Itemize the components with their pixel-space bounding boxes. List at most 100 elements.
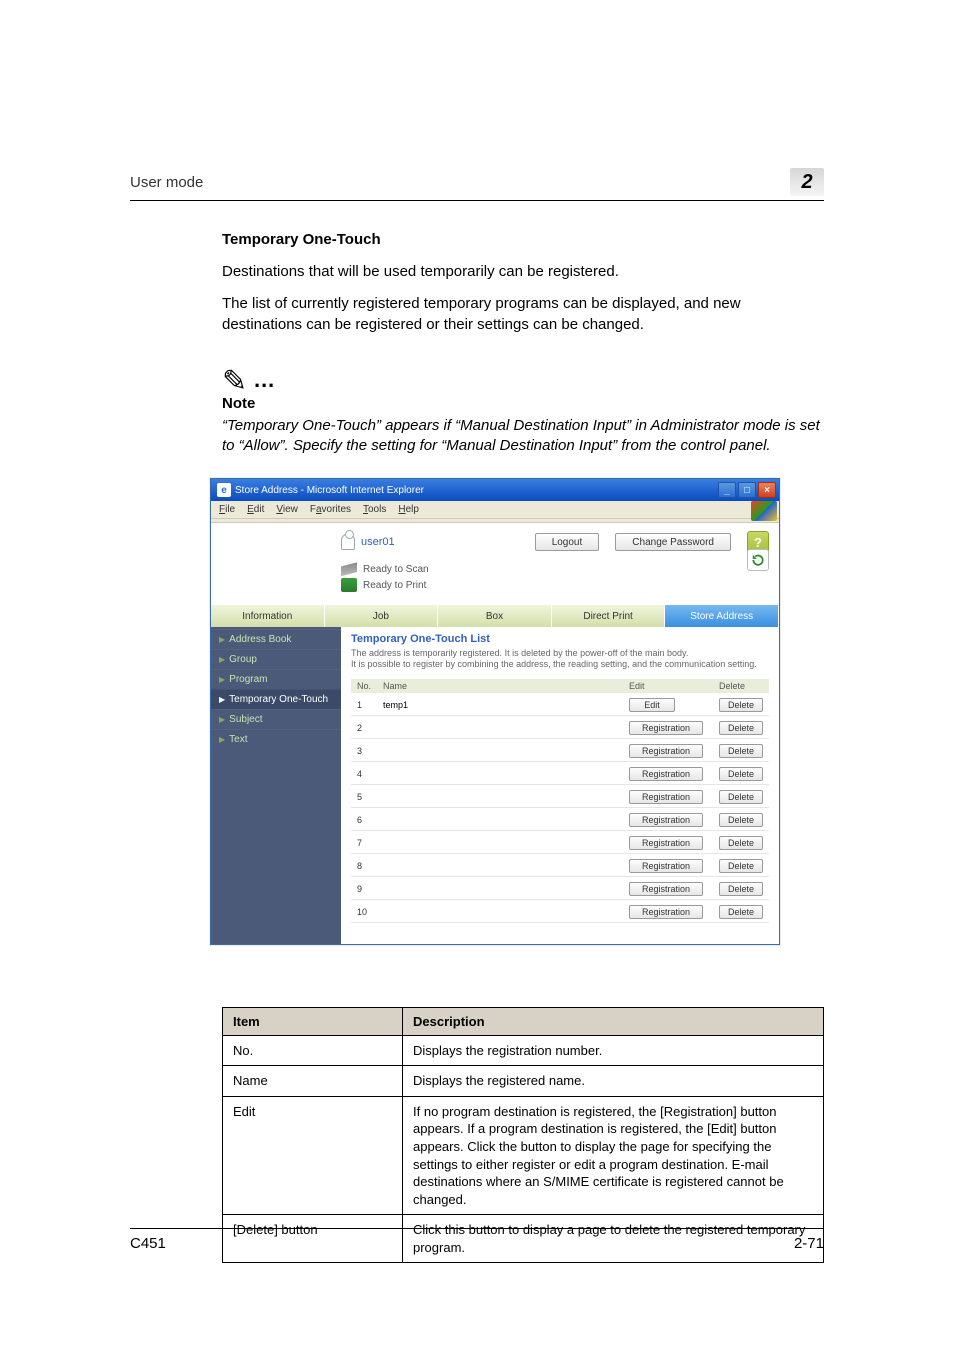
- note-icon: ✎: [222, 367, 247, 397]
- minimize-button[interactable]: _: [718, 482, 736, 498]
- pane-desc: The address is temporarily registered. I…: [351, 648, 769, 670]
- tab-job[interactable]: Job: [325, 605, 439, 627]
- edit-button[interactable]: Registration: [629, 744, 703, 758]
- delete-button[interactable]: Delete: [719, 882, 763, 896]
- note-label: Note: [222, 395, 824, 412]
- cell-no: 8: [351, 857, 377, 877]
- page-footer: C451 2-71: [130, 1228, 824, 1252]
- tab-information[interactable]: Information: [211, 605, 325, 627]
- edit-button[interactable]: Edit: [629, 698, 675, 712]
- windows-logo-icon: [751, 501, 777, 521]
- printer-icon: [341, 578, 357, 592]
- section-title: Temporary One-Touch: [222, 231, 824, 248]
- cell-no: 7: [351, 834, 377, 854]
- close-button[interactable]: ×: [758, 482, 776, 498]
- change-password-button[interactable]: Change Password: [615, 533, 731, 551]
- note-text: “Temporary One-Touch” appears if “Manual…: [222, 416, 824, 457]
- cell-no: 3: [351, 742, 377, 762]
- edit-button[interactable]: Registration: [629, 882, 703, 896]
- cell-edit: Registration: [623, 742, 713, 762]
- refresh-button[interactable]: [747, 549, 769, 571]
- cell-edit: Registration: [623, 857, 713, 877]
- cell-no: 5: [351, 788, 377, 808]
- cell-delete: Delete: [713, 903, 769, 923]
- edit-button[interactable]: Registration: [629, 721, 703, 735]
- desc-item: Name: [223, 1066, 403, 1097]
- cell-no: 1: [351, 696, 377, 716]
- sidebar-item-temporary-one-touch[interactable]: ▶Temporary One-Touch: [211, 689, 341, 709]
- header-section: User mode: [130, 174, 203, 191]
- edit-button[interactable]: Registration: [629, 836, 703, 850]
- sidebar-item-address-book[interactable]: ▶Address Book: [211, 629, 341, 649]
- edit-button[interactable]: Registration: [629, 790, 703, 804]
- page-header: User mode 2: [130, 168, 824, 201]
- tab-direct-print[interactable]: Direct Print: [552, 605, 666, 627]
- table-row: 8 Registration Delete: [351, 857, 769, 877]
- ready-scan: Ready to Scan: [363, 564, 429, 575]
- delete-button[interactable]: Delete: [719, 767, 763, 781]
- menu-view[interactable]: View: [276, 504, 298, 515]
- cell-name: [377, 765, 623, 785]
- desc-th-description: Description: [403, 1007, 824, 1035]
- note-dots-icon: …: [251, 367, 277, 393]
- cell-edit: Registration: [623, 788, 713, 808]
- sidebar-item-program[interactable]: ▶Program: [211, 669, 341, 689]
- edit-button[interactable]: Registration: [629, 905, 703, 919]
- cell-name: [377, 880, 623, 900]
- cell-edit: Edit: [623, 696, 713, 716]
- desc-item: Edit: [223, 1096, 403, 1214]
- cell-delete: Delete: [713, 719, 769, 739]
- sidebar-item-text[interactable]: ▶Text: [211, 729, 341, 749]
- delete-button[interactable]: Delete: [719, 698, 763, 712]
- sidebar: ▶Address Book ▶Group ▶Program ▶Temporary…: [211, 627, 341, 944]
- desc-row: EditIf no program destination is registe…: [223, 1096, 824, 1214]
- delete-button[interactable]: Delete: [719, 744, 763, 758]
- edit-button[interactable]: Registration: [629, 767, 703, 781]
- cell-no: 4: [351, 765, 377, 785]
- delete-button[interactable]: Delete: [719, 813, 763, 827]
- footer-left: C451: [130, 1235, 166, 1252]
- table-row: 4 Registration Delete: [351, 765, 769, 785]
- screenshot-window: e Store Address - Microsoft Internet Exp…: [210, 478, 824, 945]
- cell-delete: Delete: [713, 696, 769, 716]
- menu-edit[interactable]: Edit: [247, 504, 264, 515]
- table-row: 5 Registration Delete: [351, 788, 769, 808]
- menu-bar: File Edit View Favorites Tools Help: [211, 501, 779, 519]
- desc-row: NameDisplays the registered name.: [223, 1066, 824, 1097]
- desc-description: Displays the registered name.: [403, 1066, 824, 1097]
- delete-button[interactable]: Delete: [719, 905, 763, 919]
- chapter-badge: 2: [790, 168, 824, 196]
- th-name: Name: [377, 679, 623, 693]
- table-row: 3 Registration Delete: [351, 742, 769, 762]
- edit-button[interactable]: Registration: [629, 859, 703, 873]
- cell-name: [377, 857, 623, 877]
- note-block: ✎ … Note “Temporary One-Touch” appears i…: [222, 363, 824, 457]
- menu-tools[interactable]: Tools: [363, 504, 386, 515]
- delete-button[interactable]: Delete: [719, 859, 763, 873]
- menu-file[interactable]: File: [219, 504, 235, 515]
- delete-button[interactable]: Delete: [719, 836, 763, 850]
- window-title: Store Address - Microsoft Internet Explo…: [235, 485, 424, 496]
- maximize-button[interactable]: □: [738, 482, 756, 498]
- edit-button[interactable]: Registration: [629, 813, 703, 827]
- sidebar-item-subject[interactable]: ▶Subject: [211, 709, 341, 729]
- table-row: 2RegistrationDelete: [351, 719, 769, 739]
- cell-delete: Delete: [713, 742, 769, 762]
- delete-button[interactable]: Delete: [719, 721, 763, 735]
- delete-button[interactable]: Delete: [719, 790, 763, 804]
- section-para-1: Destinations that will be used temporari…: [222, 262, 824, 282]
- cell-no: 10: [351, 903, 377, 923]
- logout-button[interactable]: Logout: [535, 533, 600, 551]
- cell-delete: Delete: [713, 811, 769, 831]
- cell-delete: Delete: [713, 880, 769, 900]
- sidebar-item-group[interactable]: ▶Group: [211, 649, 341, 669]
- tab-box[interactable]: Box: [438, 605, 552, 627]
- table-row: 9RegistrationDelete: [351, 880, 769, 900]
- tab-store-address[interactable]: Store Address: [665, 605, 779, 627]
- menu-help[interactable]: Help: [398, 504, 419, 515]
- menu-favorites[interactable]: Favorites: [310, 504, 351, 515]
- cell-edit: Registration: [623, 903, 713, 923]
- cell-delete: Delete: [713, 788, 769, 808]
- desc-row: No.Displays the registration number.: [223, 1035, 824, 1066]
- description-table: Item Description No.Displays the registr…: [222, 1007, 824, 1263]
